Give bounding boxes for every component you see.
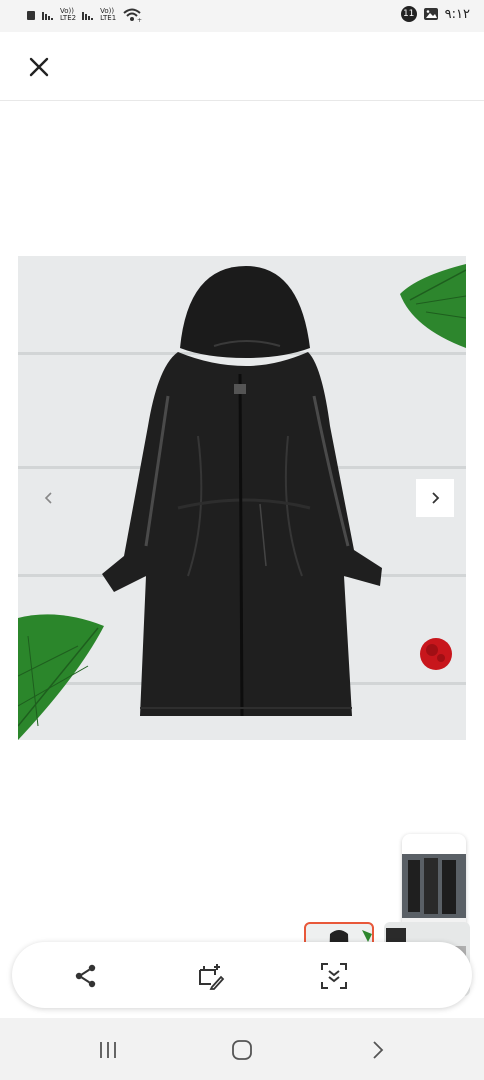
bottom-toolbar	[12, 942, 472, 1008]
recents-button[interactable]	[88, 1036, 128, 1064]
svg-text:+: +	[137, 17, 142, 23]
home-icon	[232, 1040, 252, 1060]
chevron-right-icon	[432, 492, 440, 504]
sim1-label: Vo)) LTE2	[60, 8, 76, 22]
status-time: ۹:۱۲	[444, 6, 470, 22]
visual-search-icon	[321, 963, 347, 989]
sim-card-icon	[27, 11, 35, 20]
visual-search-button[interactable]	[318, 960, 350, 992]
notification-badge: 11	[400, 6, 417, 22]
coat-image	[18, 256, 466, 740]
home-button[interactable]	[222, 1036, 262, 1064]
previous-image-button[interactable]	[30, 479, 68, 517]
status-left: Vo)) LTE2 Vo)) LTE1 +	[26, 7, 142, 23]
edit-button[interactable]	[194, 960, 226, 992]
wifi-icon: +	[123, 8, 142, 23]
back-icon	[373, 1041, 384, 1059]
top-bar	[0, 32, 484, 101]
back-button[interactable]	[358, 1036, 398, 1064]
system-nav-bar	[0, 1018, 484, 1080]
signal-bars-icon	[82, 12, 94, 20]
share-icon	[75, 964, 96, 988]
close-icon	[29, 57, 49, 77]
sim2-label-bottom: LTE1	[100, 14, 117, 22]
share-button[interactable]	[70, 960, 102, 992]
status-bar: Vo)) LTE2 Vo)) LTE1 + 11 ۹:۱۲	[0, 0, 484, 32]
sim2-label: Vo)) LTE1	[100, 8, 116, 22]
signal-bars-icon	[42, 12, 53, 20]
crop-edit-icon	[199, 964, 225, 990]
sim1-label-bottom: LTE2	[60, 14, 77, 22]
gallery-notification-icon	[423, 8, 438, 20]
next-image-button[interactable]	[416, 479, 454, 517]
product-photo[interactable]	[18, 256, 466, 740]
status-right: 11 ۹:۱۲	[400, 6, 470, 22]
close-button[interactable]	[26, 54, 52, 80]
chevron-left-icon	[44, 492, 52, 504]
recents-icon	[100, 1042, 116, 1058]
